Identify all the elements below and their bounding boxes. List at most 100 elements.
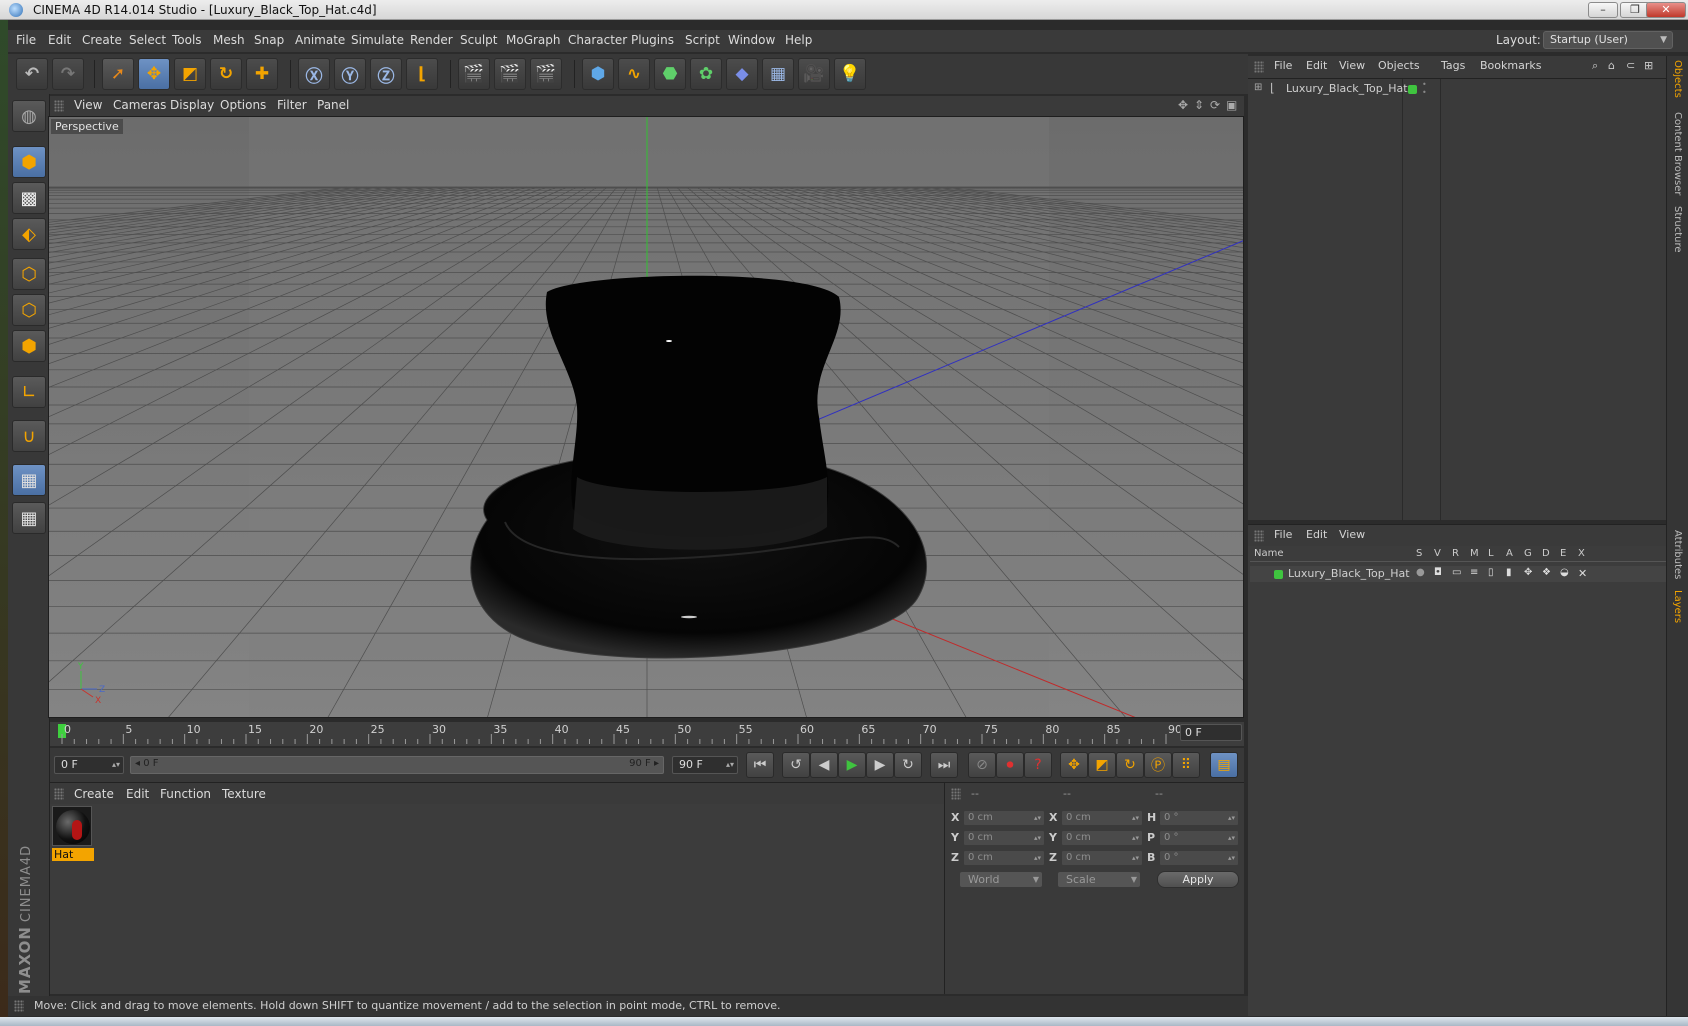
- previous-keyframe-button[interactable]: ↺: [782, 752, 810, 778]
- render-picture-viewer-button[interactable]: 🎬: [494, 58, 526, 90]
- position-y-field[interactable]: 0 cm ▴▾: [963, 830, 1045, 846]
- next-frame-button[interactable]: ▶: [866, 752, 894, 778]
- key-scale-button[interactable]: ◩: [1088, 752, 1116, 778]
- redo-button[interactable]: ↷: [52, 58, 84, 90]
- search-icon[interactable]: ⌕: [1592, 59, 1598, 73]
- solo-icon[interactable]: ●: [1416, 567, 1425, 578]
- autokeying-button[interactable]: ?: [1024, 752, 1052, 778]
- key-parameter-button[interactable]: Ⓟ: [1144, 752, 1172, 778]
- column-view[interactable]: V: [1434, 548, 1441, 559]
- object-menu-objects[interactable]: Objects: [1378, 59, 1420, 72]
- tab-structure[interactable]: Structure: [1672, 206, 1683, 253]
- cube-primitive-button[interactable]: ⬢: [582, 58, 614, 90]
- tab-objects[interactable]: Objects: [1672, 60, 1683, 98]
- menu-help[interactable]: Help: [785, 33, 812, 47]
- rotate-tool-button[interactable]: ↻: [210, 58, 242, 90]
- panel-grip-icon[interactable]: [1254, 61, 1264, 73]
- live-selection-button[interactable]: ➚: [102, 58, 134, 90]
- spinner-icon[interactable]: ▴▾: [112, 757, 120, 773]
- position-z-field[interactable]: 0 cm ▴▾: [963, 850, 1045, 866]
- layer-row[interactable]: Luxury_Black_Top_Hat ● ◘ ▭ ≡ ▯ ▮ ✥ ❖ ◒ ✕: [1250, 566, 1666, 582]
- object-name[interactable]: Luxury_Black_Top_Hat: [1286, 82, 1408, 95]
- menu-edit[interactable]: Edit: [48, 33, 71, 47]
- material-menu-function[interactable]: Function: [160, 787, 211, 801]
- make-editable-button[interactable]: ◍: [12, 100, 46, 132]
- preview-range-slider[interactable]: ◂ 0 F 90 F ▸: [130, 756, 664, 774]
- key-rotation-button[interactable]: ↻: [1116, 752, 1144, 778]
- column-manager[interactable]: M: [1470, 548, 1479, 559]
- edges-mode-button[interactable]: ⬡: [12, 294, 46, 326]
- undo-button[interactable]: ↶: [16, 58, 48, 90]
- record-active-objects-button[interactable]: ⏺: [996, 752, 1024, 778]
- timeline-window-button[interactable]: ▤: [1210, 752, 1238, 778]
- material-menu-texture[interactable]: Texture: [222, 787, 266, 801]
- layer-menu-file[interactable]: File: [1274, 528, 1292, 541]
- floor-button[interactable]: ▦: [762, 58, 794, 90]
- end-frame-field[interactable]: 90 F ▴▾: [672, 756, 738, 774]
- position-x-field[interactable]: 0 cm ▴▾: [963, 810, 1045, 826]
- object-menu-view[interactable]: View: [1339, 59, 1365, 72]
- menu-snap[interactable]: Snap: [254, 33, 284, 47]
- size-x-field[interactable]: 0 cm ▴▾: [1061, 810, 1143, 826]
- column-deformers[interactable]: D: [1542, 548, 1550, 559]
- column-generators[interactable]: G: [1524, 548, 1532, 559]
- coordinate-mode-select[interactable]: World ▼: [959, 871, 1043, 888]
- go-to-start-button[interactable]: ⏮: [746, 752, 774, 778]
- coordinate-system-button[interactable]: ⌊: [406, 58, 438, 90]
- x-axis-lock-button[interactable]: Ⓧ: [298, 58, 330, 90]
- pan-view-icon[interactable]: ✥: [1178, 98, 1188, 112]
- film-icon[interactable]: ▮: [1506, 567, 1512, 578]
- material-thumbnail[interactable]: [52, 806, 92, 846]
- z-axis-lock-button[interactable]: Ⓩ: [370, 58, 402, 90]
- menu-create[interactable]: Create: [82, 33, 122, 47]
- panel-grip-icon[interactable]: [951, 788, 961, 800]
- tab-content-browser[interactable]: Content Browser: [1672, 112, 1683, 195]
- menu-render[interactable]: Render: [410, 33, 453, 47]
- layer-color-icon[interactable]: [1408, 85, 1417, 94]
- lock-icon[interactable]: ▯: [1488, 567, 1494, 578]
- layer-menu-edit[interactable]: Edit: [1306, 528, 1327, 541]
- polygons-mode-button[interactable]: ⬢: [12, 330, 46, 362]
- panel-grip-icon[interactable]: [54, 100, 64, 112]
- column-render[interactable]: R: [1452, 548, 1459, 559]
- spinner-icon[interactable]: ▴▾: [1228, 811, 1235, 825]
- spinner-icon[interactable]: ▴▾: [1228, 831, 1235, 845]
- spinner-icon[interactable]: ▴▾: [1034, 831, 1041, 845]
- size-mode-select[interactable]: Scale ▼: [1057, 871, 1141, 888]
- spinner-icon[interactable]: ▴▾: [1034, 811, 1041, 825]
- layout-select[interactable]: Startup (User) ▼: [1543, 31, 1673, 49]
- minimize-button[interactable]: –: [1588, 2, 1618, 18]
- planar-workplane-button[interactable]: ▦: [12, 502, 46, 534]
- material-menu-create[interactable]: Create: [74, 787, 114, 801]
- manager-icon[interactable]: ≡: [1470, 567, 1478, 578]
- camera-button[interactable]: 🎥: [798, 58, 830, 90]
- snap-button[interactable]: ∪: [12, 420, 46, 452]
- array-button[interactable]: ✿: [690, 58, 722, 90]
- layer-name[interactable]: Luxury_Black_Top_Hat: [1288, 567, 1410, 580]
- play-button[interactable]: ▶: [838, 752, 866, 778]
- workplane-lock-button[interactable]: ▦: [12, 464, 46, 496]
- menu-mesh[interactable]: Mesh: [213, 33, 245, 47]
- rotation-h-field[interactable]: 0 ° ▴▾: [1159, 810, 1239, 826]
- points-mode-button[interactable]: ⬡: [12, 258, 46, 290]
- object-menu-tags[interactable]: Tags: [1441, 59, 1465, 72]
- eye-icon[interactable]: ◘: [1434, 567, 1442, 578]
- key-position-button[interactable]: ✥: [1060, 752, 1088, 778]
- size-z-field[interactable]: 0 cm ▴▾: [1061, 850, 1143, 866]
- menu-plugins[interactable]: Plugins: [631, 33, 674, 47]
- menu-character[interactable]: Character: [568, 33, 627, 47]
- viewport-menu-view[interactable]: View: [74, 98, 102, 112]
- visibility-dots-icon[interactable]: • •: [1422, 81, 1427, 97]
- key-point-level-button[interactable]: ⠿: [1172, 752, 1200, 778]
- material-name-label[interactable]: Hat: [52, 848, 94, 861]
- tab-attributes[interactable]: Attributes: [1672, 530, 1683, 579]
- go-to-end-button[interactable]: ⏭: [930, 752, 958, 778]
- object-menu-bookmarks[interactable]: Bookmarks: [1480, 59, 1541, 72]
- model-mode-button[interactable]: ⬢: [12, 146, 46, 178]
- workplane-mode-button[interactable]: ⬖: [12, 218, 46, 250]
- deformer-button[interactable]: ◆: [726, 58, 758, 90]
- scale-tool-button[interactable]: ◩: [174, 58, 206, 90]
- layer-menu-view[interactable]: View: [1339, 528, 1365, 541]
- next-keyframe-button[interactable]: ↻: [894, 752, 922, 778]
- deformer-icon[interactable]: ❖: [1542, 567, 1551, 578]
